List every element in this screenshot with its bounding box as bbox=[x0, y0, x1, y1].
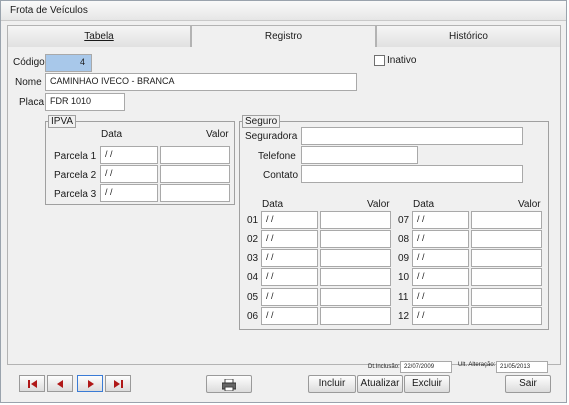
seguro-row-05-data[interactable]: / / bbox=[261, 288, 318, 306]
codigo-label: Código bbox=[13, 57, 45, 68]
telefone-label: Telefone bbox=[258, 151, 296, 162]
inativo-checkbox[interactable] bbox=[374, 55, 385, 66]
seguro-row-num: 09 bbox=[398, 253, 410, 264]
alteracao-date: 21/05/2013 bbox=[496, 361, 548, 373]
seguro-row-08-data[interactable]: / / bbox=[412, 230, 469, 248]
ipva-legend: IPVA bbox=[48, 115, 77, 128]
first-record-icon bbox=[28, 380, 37, 388]
seguro-row-10-valor[interactable] bbox=[471, 268, 542, 286]
alteracao-label: Ult. Alteração: bbox=[458, 362, 496, 368]
seguro-row-08-valor[interactable] bbox=[471, 230, 542, 248]
seguro-row-01-data[interactable]: / / bbox=[261, 211, 318, 229]
incluir-button[interactable]: Incluir bbox=[308, 375, 356, 393]
main-window: Frota de Veículos Tabela Registro Histór… bbox=[0, 0, 567, 403]
seguro-row-10-data[interactable]: / / bbox=[412, 268, 469, 286]
printer-icon bbox=[221, 378, 237, 392]
parcela-1-valor[interactable] bbox=[160, 146, 230, 164]
seguro-row-num: 05 bbox=[247, 292, 259, 303]
seguro-row-03-valor[interactable] bbox=[320, 249, 391, 267]
seguro-data-header-right: Data bbox=[413, 199, 435, 210]
seguro-row-num: 07 bbox=[398, 215, 410, 226]
seguro-row-num: 12 bbox=[398, 311, 410, 322]
codigo-field[interactable]: 4 bbox=[45, 54, 92, 72]
window-title: Frota de Veículos bbox=[1, 1, 566, 21]
next-record-icon bbox=[88, 380, 94, 388]
excluir-button[interactable]: Excluir bbox=[404, 375, 450, 393]
seguro-row-06-valor[interactable] bbox=[320, 307, 391, 325]
seguro-row-07-data[interactable]: / / bbox=[412, 211, 469, 229]
seguro-row-num: 02 bbox=[247, 234, 259, 245]
contato-label: Contato bbox=[263, 170, 299, 181]
seguro-row-num: 11 bbox=[398, 292, 409, 303]
atualizar-label: Atualizar bbox=[360, 378, 400, 389]
excluir-label: Excluir bbox=[411, 378, 442, 389]
parcela-2-data[interactable]: / / bbox=[100, 165, 158, 183]
seguro-valor-header-right: Valor bbox=[518, 199, 541, 210]
nome-label: Nome bbox=[15, 77, 42, 88]
seguradora-label: Seguradora bbox=[245, 131, 298, 142]
inclusao-label: Dt.Inclusão: bbox=[368, 364, 400, 370]
last-record-button[interactable] bbox=[105, 375, 131, 392]
inclusao-date: 22/07/2009 bbox=[400, 361, 452, 373]
placa-label: Placa bbox=[19, 97, 45, 108]
seguro-row-01-valor[interactable] bbox=[320, 211, 391, 229]
parcela-2-valor[interactable] bbox=[160, 165, 230, 183]
sair-label: Sair bbox=[519, 378, 537, 389]
seguro-row-04-data[interactable]: / / bbox=[261, 268, 318, 286]
seguro-row-num: 10 bbox=[398, 272, 410, 283]
previous-record-button[interactable] bbox=[47, 375, 73, 392]
contato-field[interactable] bbox=[301, 165, 523, 183]
seguro-row-num: 01 bbox=[247, 215, 259, 226]
seguro-row-12-valor[interactable] bbox=[471, 307, 542, 325]
seguro-row-11-valor[interactable] bbox=[471, 288, 542, 306]
seguro-row-06-data[interactable]: / / bbox=[261, 307, 318, 325]
seguro-row-12-data[interactable]: / / bbox=[412, 307, 469, 325]
seguro-row-02-data[interactable]: / / bbox=[261, 230, 318, 248]
tab-registro[interactable]: Registro bbox=[191, 25, 376, 48]
incluir-label: Incluir bbox=[318, 378, 346, 389]
telefone-field[interactable] bbox=[301, 146, 418, 164]
seguro-legend: Seguro bbox=[242, 115, 281, 128]
tab-tabela[interactable]: Tabela bbox=[7, 25, 191, 47]
placa-field[interactable]: FDR 1010 bbox=[45, 93, 125, 111]
nome-field[interactable]: CAMINHAO IVECO - BRANCA bbox=[45, 73, 357, 91]
seguro-row-09-valor[interactable] bbox=[471, 249, 542, 267]
tab-label: Registro bbox=[264, 31, 303, 42]
parcela-3-data[interactable]: / / bbox=[100, 184, 158, 202]
first-record-button[interactable] bbox=[19, 375, 45, 392]
next-record-button[interactable] bbox=[77, 375, 103, 392]
ipva-data-header: Data bbox=[101, 129, 123, 140]
inativo-label: Inativo bbox=[387, 55, 417, 66]
seguro-row-num: 06 bbox=[247, 311, 259, 322]
seguro-data-header-left: Data bbox=[262, 199, 284, 210]
parcela-3-valor[interactable] bbox=[160, 184, 230, 202]
parcela-3-label: Parcela 3 bbox=[54, 189, 97, 200]
atualizar-button[interactable]: Atualizar bbox=[357, 375, 403, 393]
print-button[interactable] bbox=[206, 375, 252, 393]
parcela-1-label: Parcela 1 bbox=[54, 151, 97, 162]
seguro-row-09-data[interactable]: / / bbox=[412, 249, 469, 267]
ipva-valor-header: Valor bbox=[206, 129, 229, 140]
seguro-row-07-valor[interactable] bbox=[471, 211, 542, 229]
tab-label: Histórico bbox=[449, 31, 488, 42]
seguro-row-num: 08 bbox=[398, 234, 410, 245]
last-record-icon bbox=[114, 380, 123, 388]
parcela-1-data[interactable]: / / bbox=[100, 146, 158, 164]
seguro-valor-header-left: Valor bbox=[367, 199, 390, 210]
seguro-row-02-valor[interactable] bbox=[320, 230, 391, 248]
parcela-2-label: Parcela 2 bbox=[54, 170, 97, 181]
tab-bar: Tabela Registro Histórico bbox=[7, 25, 561, 48]
seguro-row-04-valor[interactable] bbox=[320, 268, 391, 286]
seguro-row-03-data[interactable]: / / bbox=[261, 249, 318, 267]
tab-historico[interactable]: Histórico bbox=[376, 25, 561, 47]
tab-label: Tabela bbox=[84, 31, 114, 42]
seguro-row-num: 03 bbox=[247, 253, 259, 264]
seguro-row-num: 04 bbox=[247, 272, 259, 283]
seguro-row-05-valor[interactable] bbox=[320, 288, 391, 306]
sair-button[interactable]: Sair bbox=[505, 375, 551, 393]
seguro-row-11-data[interactable]: / / bbox=[412, 288, 469, 306]
previous-record-icon bbox=[57, 380, 63, 388]
seguradora-field[interactable] bbox=[301, 127, 523, 145]
